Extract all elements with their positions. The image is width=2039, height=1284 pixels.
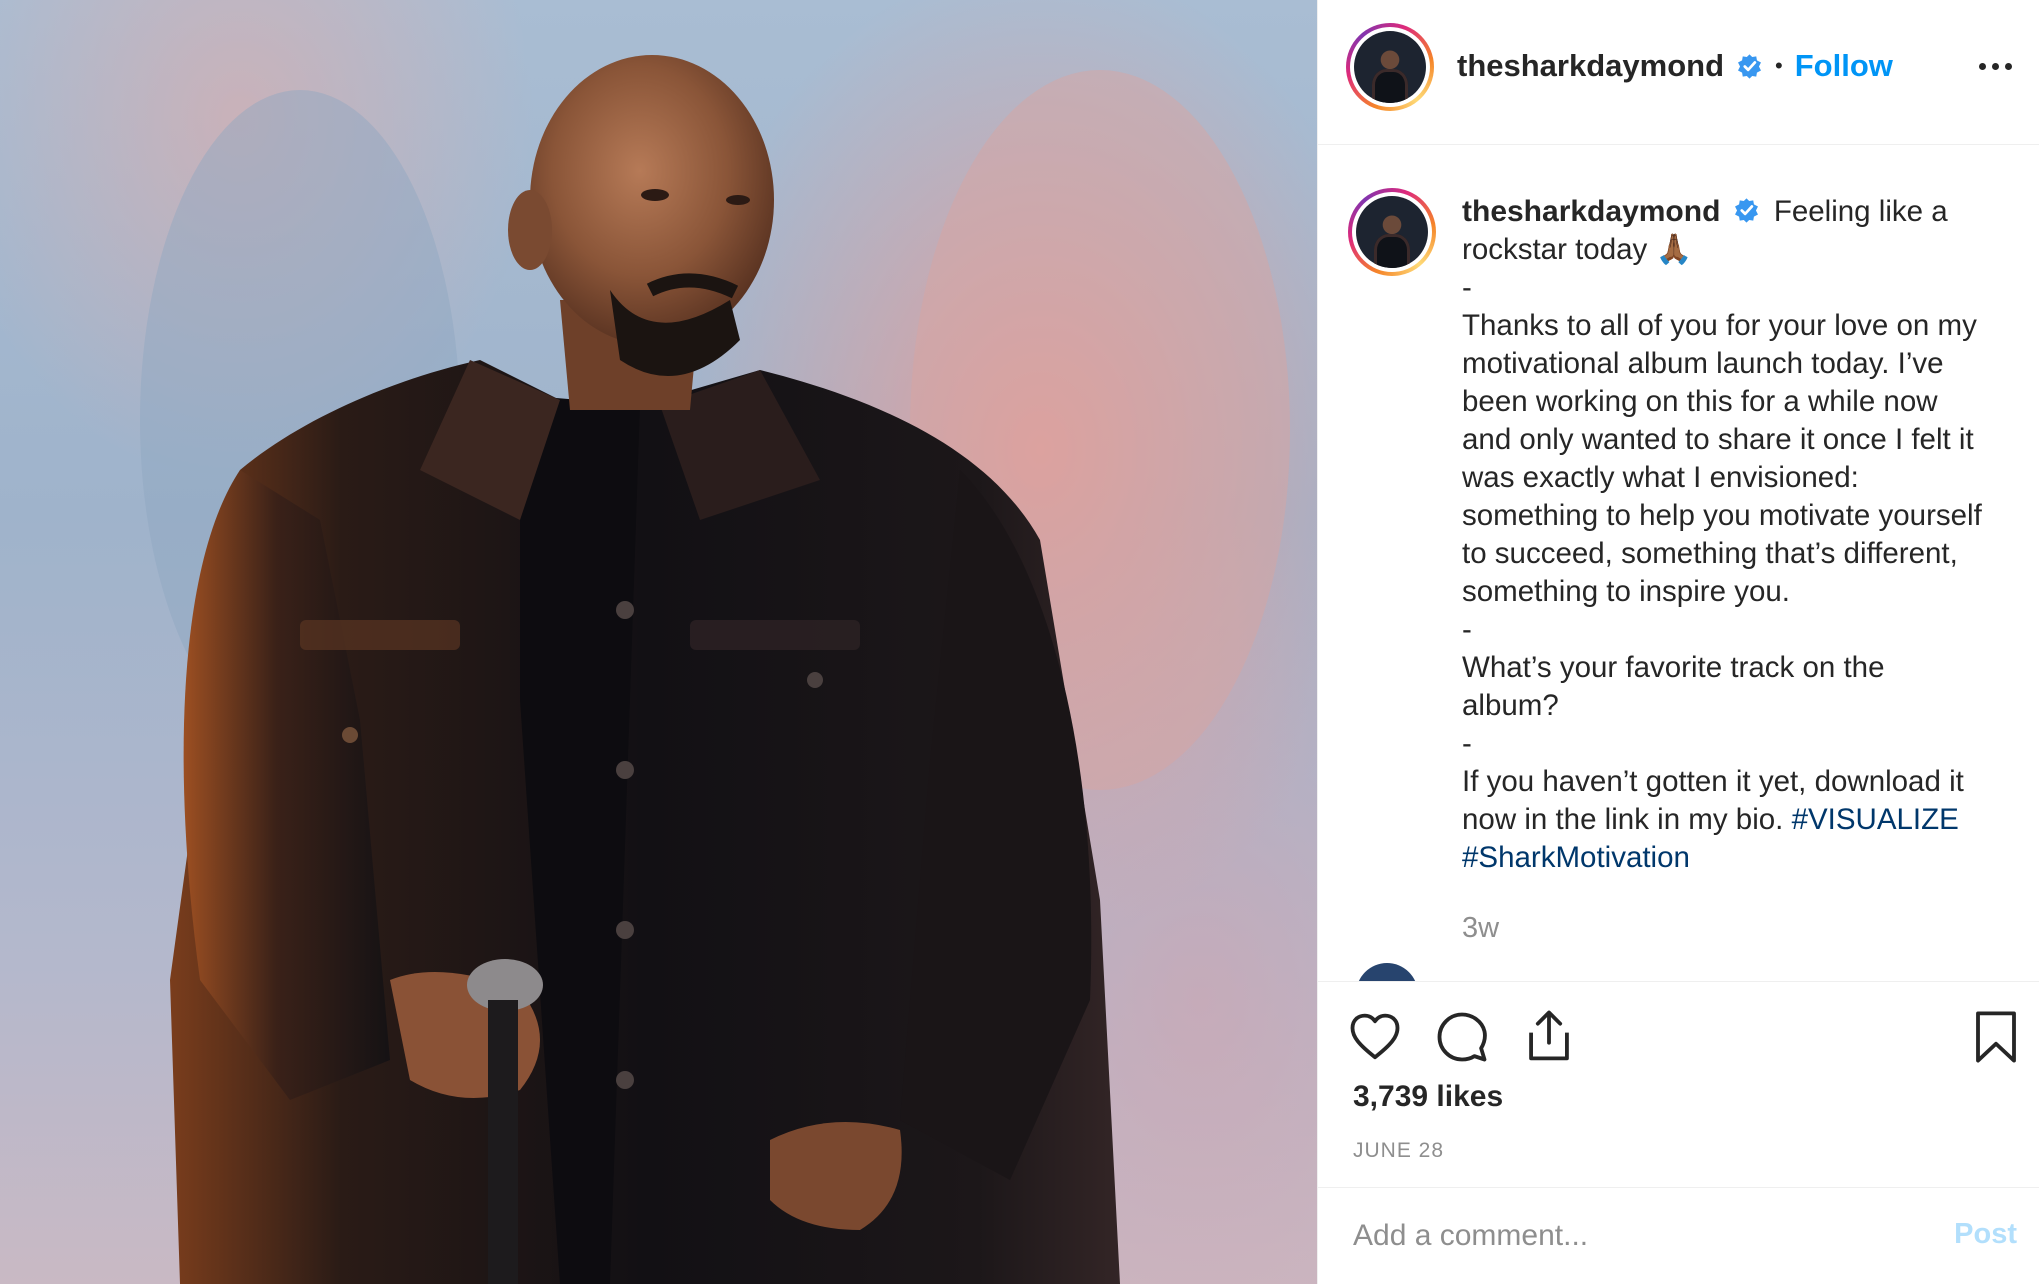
caption-text-line: something to inspire you. [1462, 575, 1790, 608]
actions-divider [1318, 981, 2039, 983]
caption-text-line: Thanks to all of you for your love on my [1462, 309, 1977, 342]
post-caption: thesharkdaymond Feeling like a rockstar … [1462, 193, 2022, 877]
caption-author-avatar[interactable] [1348, 188, 1436, 276]
caption-text-line: - [1462, 727, 1472, 760]
caption-text-line: now in the link in my bio. #VISUALIZE [1462, 801, 2022, 839]
comment-icon[interactable] [1435, 1010, 1489, 1064]
author-avatar[interactable] [1346, 23, 1434, 111]
share-icon[interactable] [1522, 1008, 1576, 1064]
bookmark-icon[interactable] [1973, 1010, 2019, 1064]
post-details-panel: thesharkdaymond • Follow thesharkdaymond [1317, 0, 2039, 1284]
performer-illustration [140, 55, 1290, 1284]
verified-badge-icon [1738, 53, 1761, 79]
caption-text-line: - [1462, 271, 1472, 304]
caption-text-fragment: now in the link in my bio. [1462, 803, 1784, 836]
caption-timestamp[interactable]: 3w [1462, 912, 1499, 945]
caption-text-line: Feeling like a [1773, 195, 1948, 228]
caption-text-line: something to help you motivate yourself [1462, 499, 1982, 532]
caption-text-line: to succeed, something that’s different, [1462, 537, 1958, 570]
caption-text-line: If you haven’t gotten it yet, download i… [1462, 765, 1964, 798]
post-photo[interactable] [0, 0, 1317, 1284]
caption-text-line: was exactly what I envisioned: [1462, 461, 1859, 494]
caption-text-line: been working on this for a while now [1462, 385, 1938, 418]
next-comment-avatar [1356, 963, 1418, 981]
post-header: thesharkdaymond • Follow [1318, 0, 2039, 145]
caption-first-line: thesharkdaymond Feeling like a [1462, 193, 2022, 231]
follow-button[interactable]: Follow [1795, 48, 1893, 84]
heart-icon[interactable] [1348, 1010, 1402, 1064]
caption-scroll-area[interactable]: thesharkdaymond Feeling like a rockstar … [1318, 145, 2039, 981]
caption-text-line: - [1462, 613, 1472, 646]
caption-username[interactable]: thesharkdaymond [1462, 195, 1720, 228]
header-username[interactable]: thesharkdaymond [1457, 48, 1724, 84]
header-separator: • [1775, 53, 1783, 78]
likes-count[interactable]: 3,739 likes [1353, 1080, 1503, 1114]
post-comment-button[interactable]: Post [1954, 1218, 2017, 1251]
header-author-row: thesharkdaymond • Follow [1457, 48, 1893, 84]
post-date: JUNE 28 [1353, 1139, 1445, 1162]
caption-text-line: What’s your favorite track on the [1462, 651, 1885, 684]
caption-text-line: and only wanted to share it once I felt … [1462, 423, 1974, 456]
comment-bar: Post [1318, 1187, 2039, 1284]
caption-text-line: album? [1462, 689, 1559, 722]
hashtag-link[interactable]: #VISUALIZE [1792, 803, 1959, 836]
verified-badge-icon [1734, 198, 1758, 223]
caption-text-line: motivational album launch today. I’ve [1462, 347, 1944, 380]
caption-text-line: rockstar today 🙏🏾 [1462, 233, 1693, 266]
hashtag-link[interactable]: #SharkMotivation [1462, 839, 2022, 877]
instagram-post: thesharkdaymond • Follow thesharkdaymond [0, 0, 2039, 1284]
more-options-icon[interactable] [1975, 46, 2015, 86]
comment-input[interactable] [1353, 1216, 1913, 1256]
